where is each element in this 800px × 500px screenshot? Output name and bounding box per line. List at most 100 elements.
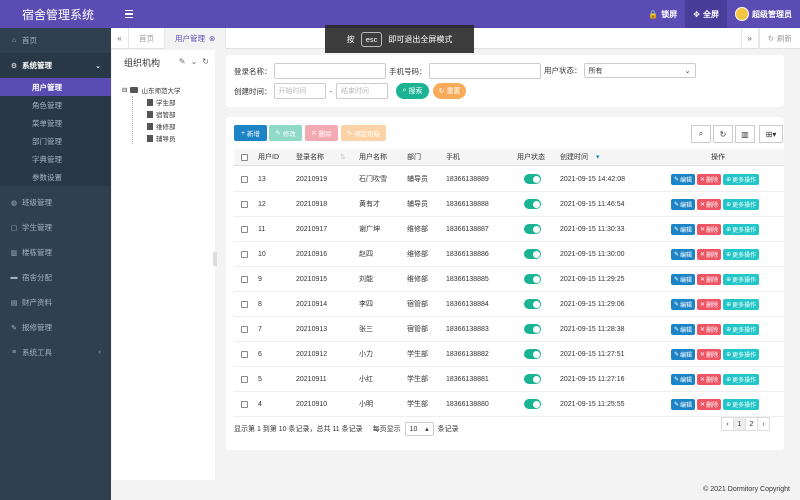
table-row[interactable]: 12 20210918 黄有才 辅导员 18366138888 2021-09-15 11… — [234, 192, 784, 217]
row-checkbox[interactable] — [241, 300, 248, 308]
refresh-icon[interactable]: ↻ — [202, 57, 209, 66]
row-more-button[interactable]: ⊕ 更多操作 — [723, 323, 760, 335]
tabs-scroll-right-icon[interactable]: » — [740, 28, 759, 49]
fullscreen-button[interactable]: ✥ 全屏 — [685, 0, 727, 28]
row-checkbox[interactable] — [241, 275, 248, 283]
table-row[interactable]: 9 20210915 刘能 维修部 18366138885 2021-09-15 11:2… — [234, 267, 784, 292]
row-delete-button[interactable]: ✕ 删除 — [697, 398, 722, 410]
tab-home[interactable]: 首页 — [129, 27, 165, 49]
row-checkbox[interactable] — [241, 375, 248, 383]
row-checkbox[interactable] — [241, 225, 248, 233]
table-row[interactable]: 6 20210912 小力 学生部 18366138882 2021-09-15 11:2… — [234, 342, 784, 367]
sidebar-item-users[interactable]: 用户管理 — [0, 78, 111, 96]
tree-node[interactable]: 辅导员 — [147, 132, 215, 144]
table-row[interactable]: 13 20210919 石门吹雪 辅导员 18366138889 2021-09-15 1… — [234, 167, 784, 192]
row-more-button[interactable]: ⊕ 更多操作 — [723, 298, 760, 310]
row-more-button[interactable]: ⊕ 更多操作 — [723, 198, 760, 210]
reset-button[interactable]: ↻ 重置 — [433, 83, 466, 99]
row-checkbox[interactable] — [241, 175, 248, 183]
status-toggle[interactable] — [524, 224, 541, 234]
row-delete-button[interactable]: ✕ 删除 — [697, 348, 722, 360]
panel-splitter[interactable] — [213, 252, 217, 266]
chevron-down-icon[interactable]: ⌄ — [191, 57, 198, 66]
row-delete-button[interactable]: ✕ 删除 — [697, 198, 722, 210]
row-more-button[interactable]: ⊕ 更多操作 — [723, 373, 760, 385]
row-edit-button[interactable]: ✎ 编辑 — [671, 273, 696, 285]
table-row[interactable]: 8 20210914 李四 宿管部 18366138884 2021-09-15 11:2… — [234, 292, 784, 317]
table-row[interactable]: 5 20210911 小红 学生部 18366138881 2021-09-15 11:2… — [234, 367, 784, 392]
row-checkbox[interactable] — [241, 325, 248, 333]
row-edit-button[interactable]: ✎ 编辑 — [671, 248, 696, 260]
refresh-table-icon[interactable]: ↻ — [713, 125, 733, 143]
sidebar-item-assets[interactable]: ▤ 财产资料 — [0, 290, 111, 315]
sidebar-item-classes[interactable]: ◍ 班级管理 — [0, 190, 111, 215]
menu-toggle-icon[interactable] — [125, 7, 139, 21]
row-more-button[interactable]: ⊕ 更多操作 — [723, 348, 760, 360]
status-toggle[interactable] — [524, 274, 541, 284]
sidebar-item-params[interactable]: 参数设置 — [0, 168, 111, 186]
assign-class-button[interactable]: ✎ 绑定班级 — [341, 125, 386, 141]
sidebar-item-repairs[interactable]: ✎ 报修管理 — [0, 315, 111, 340]
add-button[interactable]: + 新增 — [234, 125, 267, 141]
table-row[interactable]: 10 20210916 赵四 维修部 18366138886 2021-09-15 11:… — [234, 242, 784, 267]
row-edit-button[interactable]: ✎ 编辑 — [671, 298, 696, 310]
tab-users[interactable]: 用户管理 ⊗ — [165, 27, 227, 49]
status-toggle[interactable] — [524, 349, 541, 359]
col-user-id[interactable]: 用户ID — [258, 149, 279, 165]
table-row[interactable]: 7 20210913 张三 宿管部 18366138883 2021-09-15 11:2… — [234, 317, 784, 342]
start-time-input[interactable]: 开始时间 — [273, 83, 326, 99]
row-edit-button[interactable]: ✎ 编辑 — [671, 373, 696, 385]
row-delete-button[interactable]: ✕ 删除 — [697, 273, 722, 285]
sidebar-item-roles[interactable]: 角色管理 — [0, 96, 111, 114]
sidebar-item-menus[interactable]: 菜单管理 — [0, 114, 111, 132]
columns-icon[interactable]: ▥ — [735, 125, 755, 143]
status-toggle[interactable] — [524, 374, 541, 384]
status-select[interactable]: 所有 ⌄ — [583, 63, 696, 78]
collapse-icon[interactable]: ⊟ — [122, 86, 127, 94]
tree-node[interactable]: 学生部 — [147, 96, 215, 108]
col-login-name[interactable]: 登录名称 ⇅ — [296, 149, 346, 165]
lock-screen-button[interactable]: 🔒 锁屏 — [640, 0, 685, 28]
sidebar-item-buildings[interactable]: ▥ 楼栋管理 — [0, 240, 111, 265]
table-row[interactable]: 11 20210917 谢广坤 维修部 18366138887 2021-09-15 11… — [234, 217, 784, 242]
row-checkbox[interactable] — [241, 200, 248, 208]
status-toggle[interactable] — [524, 199, 541, 209]
row-edit-button[interactable]: ✎ 编辑 — [671, 198, 696, 210]
row-delete-button[interactable]: ✕ 删除 — [697, 173, 722, 185]
refresh-button[interactable]: ↻ 刷新 — [758, 28, 800, 49]
row-more-button[interactable]: ⊕ 更多操作 — [723, 173, 760, 185]
next-page-button[interactable]: › — [757, 417, 770, 431]
edit-icon[interactable]: ✎ — [179, 57, 186, 66]
row-edit-button[interactable]: ✎ 编辑 — [671, 348, 696, 360]
status-toggle[interactable] — [524, 174, 541, 184]
row-delete-button[interactable]: ✕ 删除 — [697, 298, 722, 310]
row-delete-button[interactable]: ✕ 删除 — [697, 223, 722, 235]
row-edit-button[interactable]: ✎ 编辑 — [671, 173, 696, 185]
row-checkbox[interactable] — [241, 400, 248, 408]
sidebar-item-students[interactable]: ▢ 学生管理 — [0, 215, 111, 240]
status-toggle[interactable] — [524, 299, 541, 309]
close-icon[interactable]: ⊗ — [209, 34, 215, 43]
sidebar-item-dorm-assign[interactable]: ▬ 宿舍分配 — [0, 265, 111, 290]
row-more-button[interactable]: ⊕ 更多操作 — [723, 273, 760, 285]
row-more-button[interactable]: ⊕ 更多操作 — [723, 398, 760, 410]
row-checkbox[interactable] — [241, 350, 248, 358]
login-name-input[interactable] — [273, 63, 386, 79]
delete-button[interactable]: ✕ 删除 — [305, 125, 338, 141]
status-toggle[interactable] — [524, 324, 541, 334]
col-created[interactable]: 创建时间 ▾ — [560, 149, 600, 165]
row-edit-button[interactable]: ✎ 编辑 — [671, 323, 696, 335]
row-edit-button[interactable]: ✎ 编辑 — [671, 223, 696, 235]
row-delete-button[interactable]: ✕ 删除 — [697, 373, 722, 385]
end-time-input[interactable]: 结束时间 — [336, 83, 388, 99]
sidebar-item-departments[interactable]: 部门管理 — [0, 132, 111, 150]
grid-menu-icon[interactable]: ⊞▾ — [759, 125, 783, 143]
sidebar-item-tools[interactable]: ≡ 系统工具 ‹ — [0, 340, 111, 365]
tree-node[interactable]: 宿管部 — [147, 108, 215, 120]
row-more-button[interactable]: ⊕ 更多操作 — [723, 223, 760, 235]
page-size-select[interactable]: 10 ▴ — [404, 422, 434, 436]
select-all-checkbox[interactable] — [241, 153, 248, 161]
table-row[interactable]: 4 20210910 小明 学生部 18366138880 2021-09-15 11:2… — [234, 392, 784, 417]
search-toggle-icon[interactable]: ⌕ — [691, 125, 711, 143]
edit-button[interactable]: ✎ 修改 — [269, 125, 302, 141]
